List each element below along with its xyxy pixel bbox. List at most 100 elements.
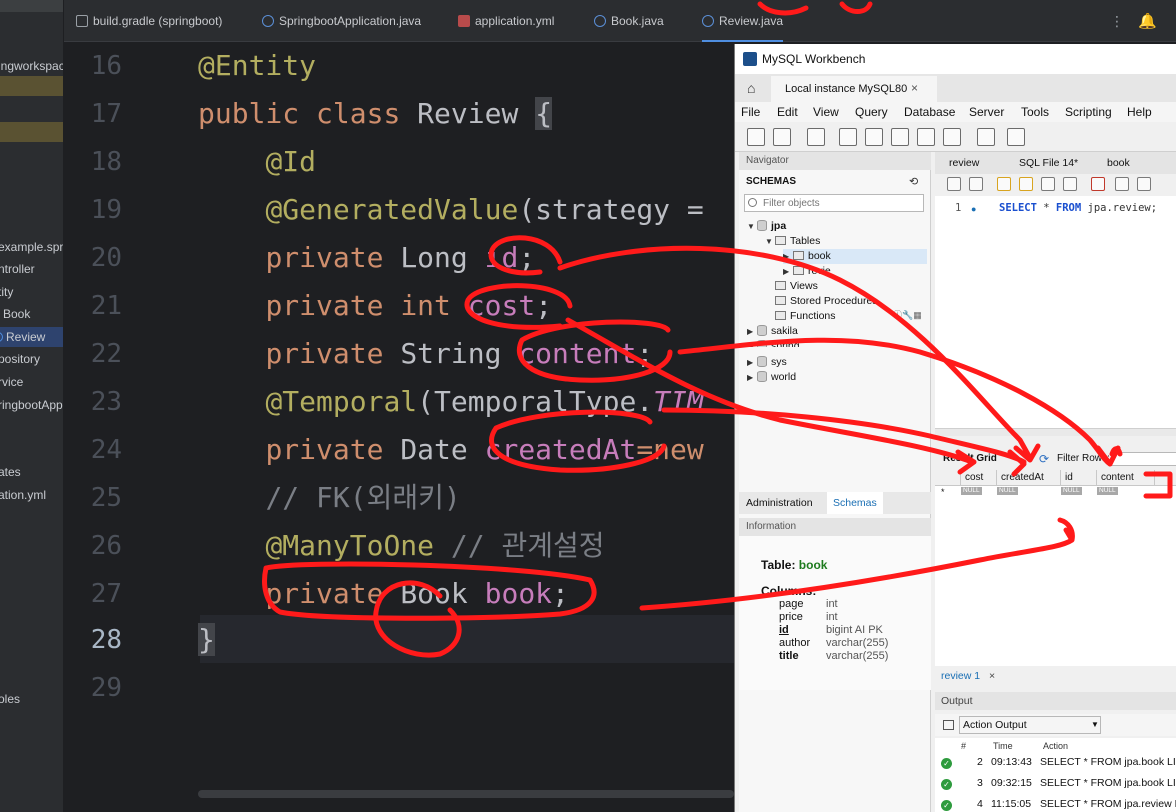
notifications-icon[interactable]: 🔔 [1138, 12, 1157, 30]
create-procedure-icon[interactable] [917, 128, 935, 146]
table-actions-icon[interactable]: ⓘ🔧▦ [893, 308, 922, 321]
filter-objects-input[interactable] [744, 194, 924, 212]
project-item-repository[interactable]: pository [0, 349, 40, 369]
panel-splitter[interactable] [935, 428, 1176, 436]
code-text: =new [636, 433, 704, 466]
more-vertical-icon[interactable]: ⋮ [1110, 14, 1124, 30]
type-name: String [400, 337, 502, 370]
column-header-cost[interactable]: cost [961, 470, 997, 486]
tab-review-1[interactable]: review 1 [941, 666, 980, 686]
close-icon[interactable]: × [989, 666, 995, 686]
project-item-package[interactable]: example.sprir [0, 237, 63, 257]
tab-build-gradle[interactable]: build.gradle (springboot) [76, 0, 222, 42]
chevron-down-icon[interactable]: ▼ [1091, 714, 1099, 736]
create-schema-icon[interactable] [839, 128, 857, 146]
menu-edit[interactable]: Edit [777, 102, 798, 122]
open-sql-icon[interactable] [773, 128, 791, 146]
create-function-icon[interactable] [943, 128, 961, 146]
output-row[interactable]: ✓ 3 09:32:15 SELECT * FROM jpa.book LIMI… [935, 773, 1176, 794]
code-editor[interactable]: @Entity public class Review { @Id @Gener… [198, 42, 738, 812]
tree-tables[interactable]: ▼ Tables [765, 234, 820, 249]
tree-functions[interactable]: Functions [775, 309, 836, 324]
stop-icon[interactable] [1063, 177, 1077, 191]
rollback-icon[interactable] [1137, 177, 1151, 191]
save-icon[interactable] [969, 177, 983, 191]
column-header-content[interactable]: content [1097, 470, 1155, 486]
project-item-book[interactable]: Book [0, 304, 30, 324]
tab-review-java[interactable]: Review.java [702, 0, 784, 42]
execute-current-icon[interactable] [1019, 177, 1033, 191]
schema-sys[interactable]: ▶ sys [747, 355, 787, 370]
navigator-header: Navigator [739, 152, 931, 170]
project-item-templates[interactable]: ates [0, 462, 21, 482]
tree-stored-procedures[interactable]: Stored Procedures [775, 294, 878, 309]
sql-editor[interactable]: 1 ● SELECT * FROM jpa.review; [935, 196, 1176, 428]
schema-world[interactable]: ▶ world [747, 370, 796, 382]
tree-table-review[interactable]: ▶ revie [783, 264, 831, 279]
project-item-service[interactable]: rvice [0, 372, 23, 392]
menu-query[interactable]: Query [855, 102, 888, 122]
tree-table-book[interactable]: ▶ book [783, 249, 927, 264]
result-grid-label[interactable]: Result Grid [943, 448, 997, 470]
reconnect-icon[interactable] [1007, 128, 1025, 146]
search-icon[interactable] [977, 128, 995, 146]
schema-jpa[interactable]: ▼ jpa [747, 219, 786, 234]
execute-icon[interactable] [997, 177, 1011, 191]
result-grid-body[interactable] [935, 500, 1176, 666]
schema-spring[interactable]: ▶ spring [747, 339, 800, 347]
commit-icon[interactable] [1115, 177, 1129, 191]
tab-application-yml[interactable]: application.yml [458, 0, 554, 42]
menu-scripting[interactable]: Scripting [1065, 102, 1112, 122]
database-icon [757, 220, 767, 231]
explain-icon[interactable] [1041, 177, 1055, 191]
schema-sakila[interactable]: ▶ sakila [747, 324, 798, 339]
annotation: @Id [265, 145, 317, 178]
menu-tools[interactable]: Tools [1021, 102, 1049, 122]
project-item-controller[interactable]: ntroller [0, 259, 35, 279]
column-header-createdat[interactable]: createdAt [997, 470, 1061, 486]
window-titlebar[interactable]: MySQL Workbench [735, 44, 1176, 74]
column-name: page [779, 598, 804, 610]
output-row[interactable]: ✓ 2 09:13:43 SELECT * FROM jpa.book LIMI… [935, 752, 1176, 773]
menu-view[interactable]: View [813, 102, 839, 122]
open-file-icon[interactable] [947, 177, 961, 191]
result-new-row[interactable]: * NULL NULL NULL NULL [935, 486, 1176, 500]
create-table-icon[interactable] [865, 128, 883, 146]
tab-sql-file-14[interactable]: SQL File 14* [1019, 152, 1078, 174]
tab-label: Book.java [611, 14, 664, 28]
project-item-workspace[interactable]: ingworkspac [0, 56, 63, 76]
horizontal-scrollbar[interactable] [198, 790, 734, 798]
output-row[interactable]: ✓ 4 11:15:05 SELECT * FROM jpa.review LI… [935, 794, 1176, 812]
tab-schemas[interactable]: Schemas [827, 492, 883, 514]
filter-rows-input[interactable] [1111, 452, 1176, 466]
close-icon[interactable]: × [911, 76, 927, 100]
project-item-application-yml[interactable]: ation.yml [0, 485, 46, 505]
refresh-icon[interactable]: ⟲ [909, 175, 918, 188]
tab-springboot-application[interactable]: SpringbootApplication.java [262, 0, 421, 42]
menu-help[interactable]: Help [1127, 102, 1152, 122]
create-view-icon[interactable] [891, 128, 909, 146]
project-item-entity[interactable]: tity [0, 282, 13, 302]
toggle-stop-on-error-icon[interactable] [1091, 177, 1105, 191]
project-item-application[interactable]: ringbootApp [0, 395, 63, 415]
tree-views[interactable]: Views [775, 279, 818, 294]
tab-book[interactable]: book [1107, 152, 1130, 174]
project-item-external[interactable]: oles [0, 689, 20, 709]
new-sql-icon[interactable] [747, 128, 765, 146]
line-number-current: 28 [90, 625, 122, 655]
home-icon[interactable]: ⌂ [747, 80, 755, 96]
tab-review[interactable]: review [949, 152, 979, 174]
project-item-review[interactable]: Review [0, 327, 63, 347]
success-icon: ✓ [941, 779, 952, 790]
refresh-icon[interactable]: ⟳ [1039, 448, 1049, 470]
column-header-id[interactable]: id [1061, 470, 1097, 486]
copy-icon[interactable] [943, 720, 954, 730]
menu-server[interactable]: Server [969, 102, 1004, 122]
tab-administration[interactable]: Administration [746, 492, 813, 514]
field-name: book [484, 577, 553, 610]
class-icon [0, 332, 3, 342]
tab-book-java[interactable]: Book.java [594, 0, 664, 42]
inspector-icon[interactable] [807, 128, 825, 146]
menu-file[interactable]: File [741, 102, 760, 122]
menu-database[interactable]: Database [904, 102, 955, 122]
